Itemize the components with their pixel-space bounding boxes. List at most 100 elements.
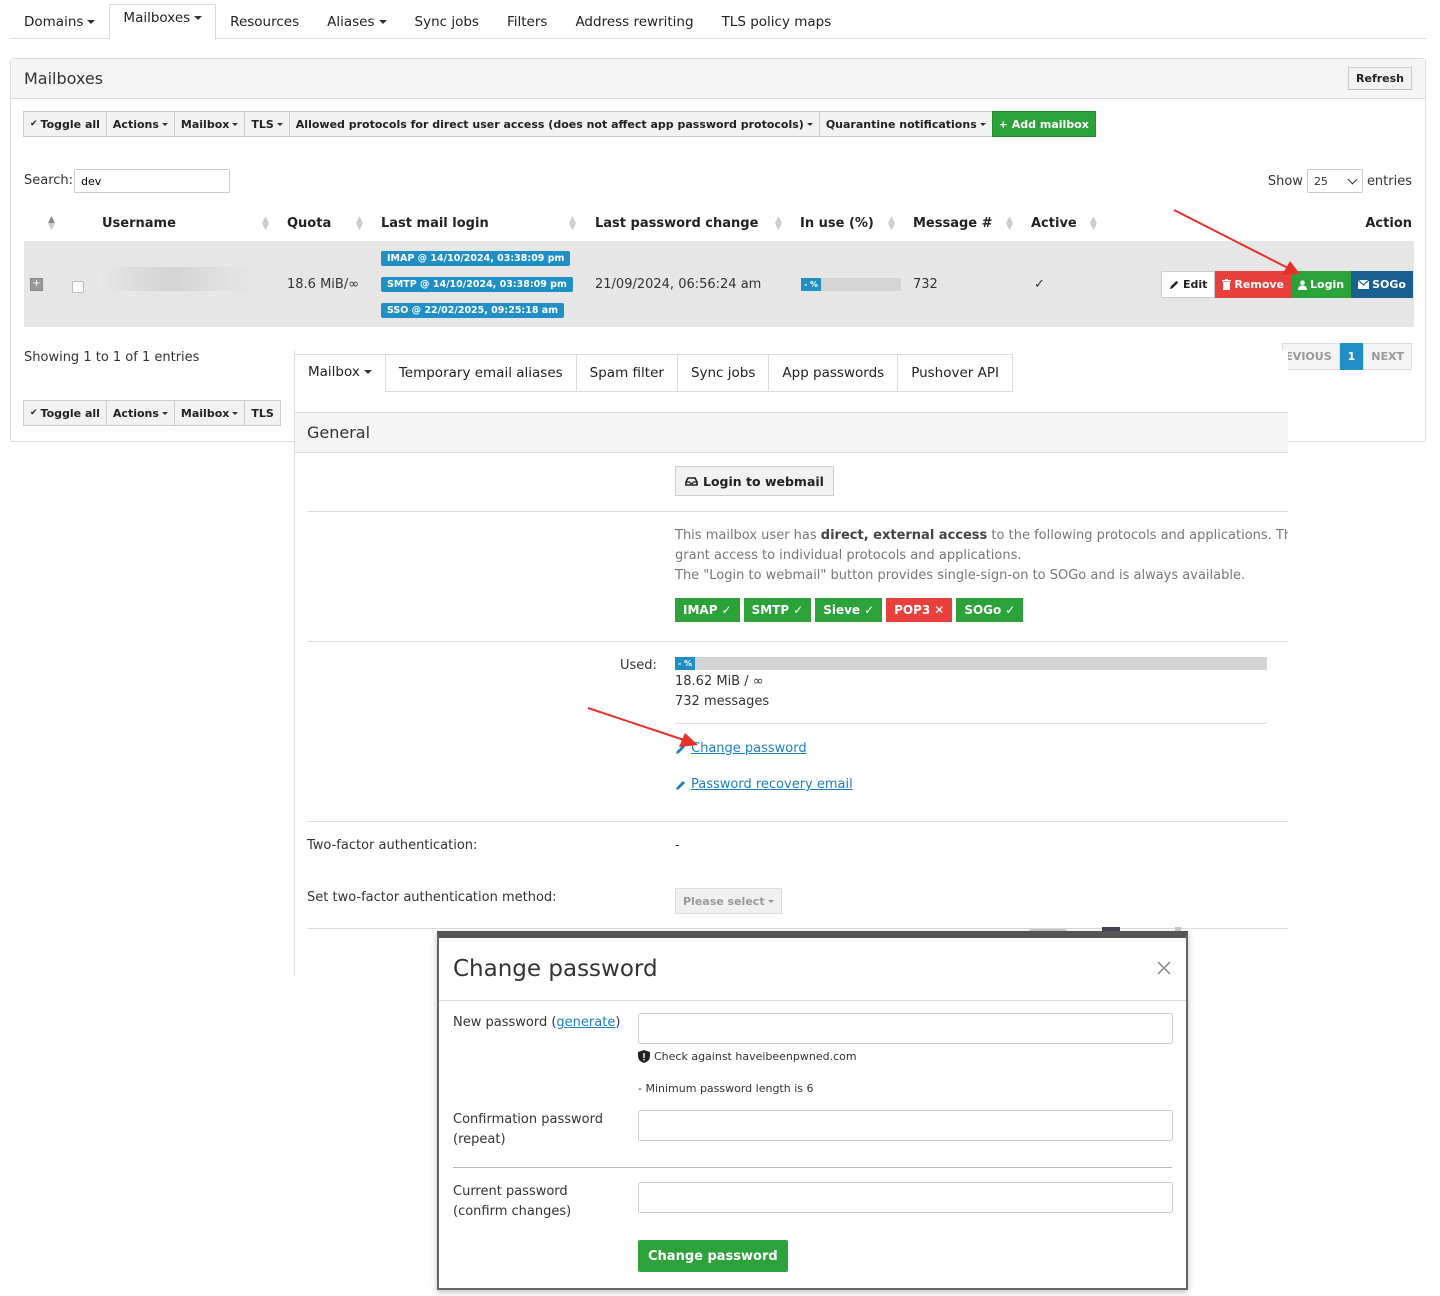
tab-mailbox[interactable]: Mailbox (295, 354, 386, 392)
tab-tls-policy-maps[interactable]: TLS policy maps (708, 4, 846, 39)
header-quota[interactable]: Quota (287, 216, 331, 231)
caret-down-icon (232, 122, 239, 126)
smtp-login-badge: SMTP @ 14/10/2024, 03:38:09 pm (381, 277, 573, 292)
tab-app-passwords[interactable]: App passwords (768, 354, 899, 392)
sort-icon[interactable]: ▲ ▼ (1090, 216, 1097, 232)
previous-page-button[interactable]: PREVIOUS (1281, 343, 1340, 370)
sogo-protocol-badge: SOGo ✓ (956, 598, 1024, 622)
password-recovery-email-link[interactable]: Password recovery email (675, 777, 853, 792)
panel-title: Mailboxes (24, 69, 104, 88)
header-active[interactable]: Active (1031, 216, 1077, 231)
tab-address-rewriting[interactable]: Address rewriting (561, 4, 707, 39)
access-text: to the following protocols and applicati… (991, 528, 1288, 543)
protocol-name: SOGo (964, 603, 1002, 617)
header-username[interactable]: Username (102, 216, 176, 231)
tab-aliases[interactable]: Aliases (313, 4, 400, 39)
caret-down-icon (232, 411, 239, 415)
remove-button[interactable]: Remove (1215, 271, 1292, 298)
pencil-icon (676, 744, 685, 754)
search-input[interactable] (74, 169, 230, 193)
close-icon[interactable] (1156, 960, 1172, 976)
sogo-button[interactable]: SOGo (1351, 271, 1413, 298)
header-last-mail-login[interactable]: Last mail login (381, 216, 489, 231)
button-label: Toggle all (40, 406, 100, 420)
select-label: Please select (683, 894, 765, 908)
new-password-input[interactable] (638, 1013, 1173, 1044)
tls-dropdown[interactable]: TLS (244, 111, 290, 137)
tab-pushover-api[interactable]: Pushover API (897, 354, 1013, 392)
table-row: + 18.6 MiB/∞ IMAP @ 14/10/2024, 03:38:09… (24, 241, 1414, 327)
actions-dropdown[interactable]: Actions (105, 111, 175, 137)
min-length-hint: - Minimum password length is 6 (638, 1082, 814, 1095)
header-message-count[interactable]: Message # (913, 216, 993, 231)
tab-label: Mailbox (308, 364, 360, 380)
sort-icon[interactable]: ▲ ▼ (569, 216, 576, 232)
page-1-button[interactable]: 1 (1339, 343, 1364, 370)
divider (308, 511, 1288, 512)
sort-icon[interactable]: ▲ ▼ (1006, 216, 1013, 232)
bottom-toolbar: ✔ Toggle all Actions Mailbox TLS (23, 400, 281, 426)
active-check-icon: ✓ (1034, 277, 1045, 292)
header-in-use[interactable]: In use (%) (800, 216, 874, 231)
actions-dropdown[interactable]: Actions (105, 400, 175, 426)
page-size-select[interactable]: 25 (1306, 169, 1363, 193)
toggle-all-button[interactable]: ✔ Toggle all (23, 111, 107, 137)
tab-spam-filter[interactable]: Spam filter (575, 354, 678, 392)
row-checkbox[interactable] (72, 281, 84, 293)
edit-button[interactable]: Edit (1161, 271, 1216, 298)
change-password-submit-button[interactable]: Change password (638, 1240, 788, 1272)
edit-tabs: Mailbox Temporary email aliases Spam fil… (295, 354, 1013, 392)
tab-sync-jobs[interactable]: Sync jobs (676, 354, 770, 392)
tab-mailboxes[interactable]: Mailboxes (109, 4, 217, 40)
current-password-input[interactable] (638, 1182, 1173, 1213)
sort-icon[interactable]: ▲ ▼ (888, 216, 895, 232)
button-label: TLS (251, 406, 274, 420)
hibp-check[interactable]: Check against haveibeenpwned.com (638, 1050, 857, 1063)
tls-dropdown[interactable]: TLS (244, 400, 281, 426)
header-last-password-change[interactable]: Last password change (595, 216, 758, 231)
tab-sync-jobs[interactable]: Sync jobs (401, 4, 493, 39)
tab-label: Domains (24, 14, 84, 30)
imap-login-badge: IMAP @ 14/10/2024, 03:38:09 pm (381, 251, 571, 266)
sieve-protocol-badge: Sieve ✓ (815, 598, 883, 622)
tab-domains[interactable]: Domains (10, 4, 109, 39)
login-button[interactable]: Login (1291, 271, 1352, 298)
shield-icon (638, 1050, 650, 1063)
smtp-protocol-badge: SMTP ✓ (743, 598, 812, 622)
sort-icon[interactable]: ▲ ▼ (356, 216, 363, 232)
confirmation-password-input[interactable] (638, 1110, 1173, 1141)
add-mailbox-button[interactable]: + Add mailbox (991, 111, 1096, 137)
pencil-icon (676, 780, 685, 790)
sort-icon[interactable]: ▲ ▼ (775, 216, 782, 232)
check-icon: ✓ (1005, 603, 1016, 617)
change-password-link[interactable]: Change password (675, 741, 807, 756)
next-page-button[interactable]: NEXT (1363, 343, 1412, 370)
allowed-protocols-dropdown[interactable]: Allowed protocols for direct user access… (288, 111, 820, 137)
access-description-line1: This mailbox user has direct, external a… (675, 528, 1288, 543)
two-factor-method-select[interactable]: Please select (675, 888, 782, 914)
mailbox-dropdown[interactable]: Mailbox (173, 111, 246, 137)
new-password-label: New password (generate) (453, 1013, 620, 1033)
toggle-all-button[interactable]: ✔ Toggle all (23, 400, 107, 426)
generate-password-link[interactable]: generate (556, 1015, 615, 1030)
sort-icon[interactable]: ▲ ▼ (262, 216, 269, 232)
showing-entries: Showing 1 to 1 of 1 entries (24, 350, 200, 365)
sort-icon[interactable]: ▲ ▼ (48, 216, 55, 232)
caret-down-icon (979, 122, 986, 126)
expand-row-icon[interactable]: + (30, 278, 43, 291)
login-to-webmail-button[interactable]: Login to webmail (675, 466, 834, 496)
used-label: Used: (620, 658, 657, 673)
tab-temporary-email-aliases[interactable]: Temporary email aliases (384, 354, 577, 392)
tab-label: Aliases (327, 14, 375, 30)
divider (308, 641, 1288, 642)
refresh-button[interactable]: Refresh (1348, 67, 1412, 90)
tab-resources[interactable]: Resources (216, 4, 313, 39)
tab-filters[interactable]: Filters (493, 4, 561, 39)
access-description-line3: The "Login to webmail" button provides s… (675, 568, 1246, 583)
quarantine-notifications-dropdown[interactable]: Quarantine notifications (818, 111, 993, 137)
user-icon (1298, 279, 1308, 290)
check-icon: ✓ (864, 603, 875, 617)
access-text: This mailbox user has (675, 528, 821, 543)
mailbox-dropdown[interactable]: Mailbox (173, 400, 246, 426)
protocol-name: SMTP (751, 603, 790, 617)
